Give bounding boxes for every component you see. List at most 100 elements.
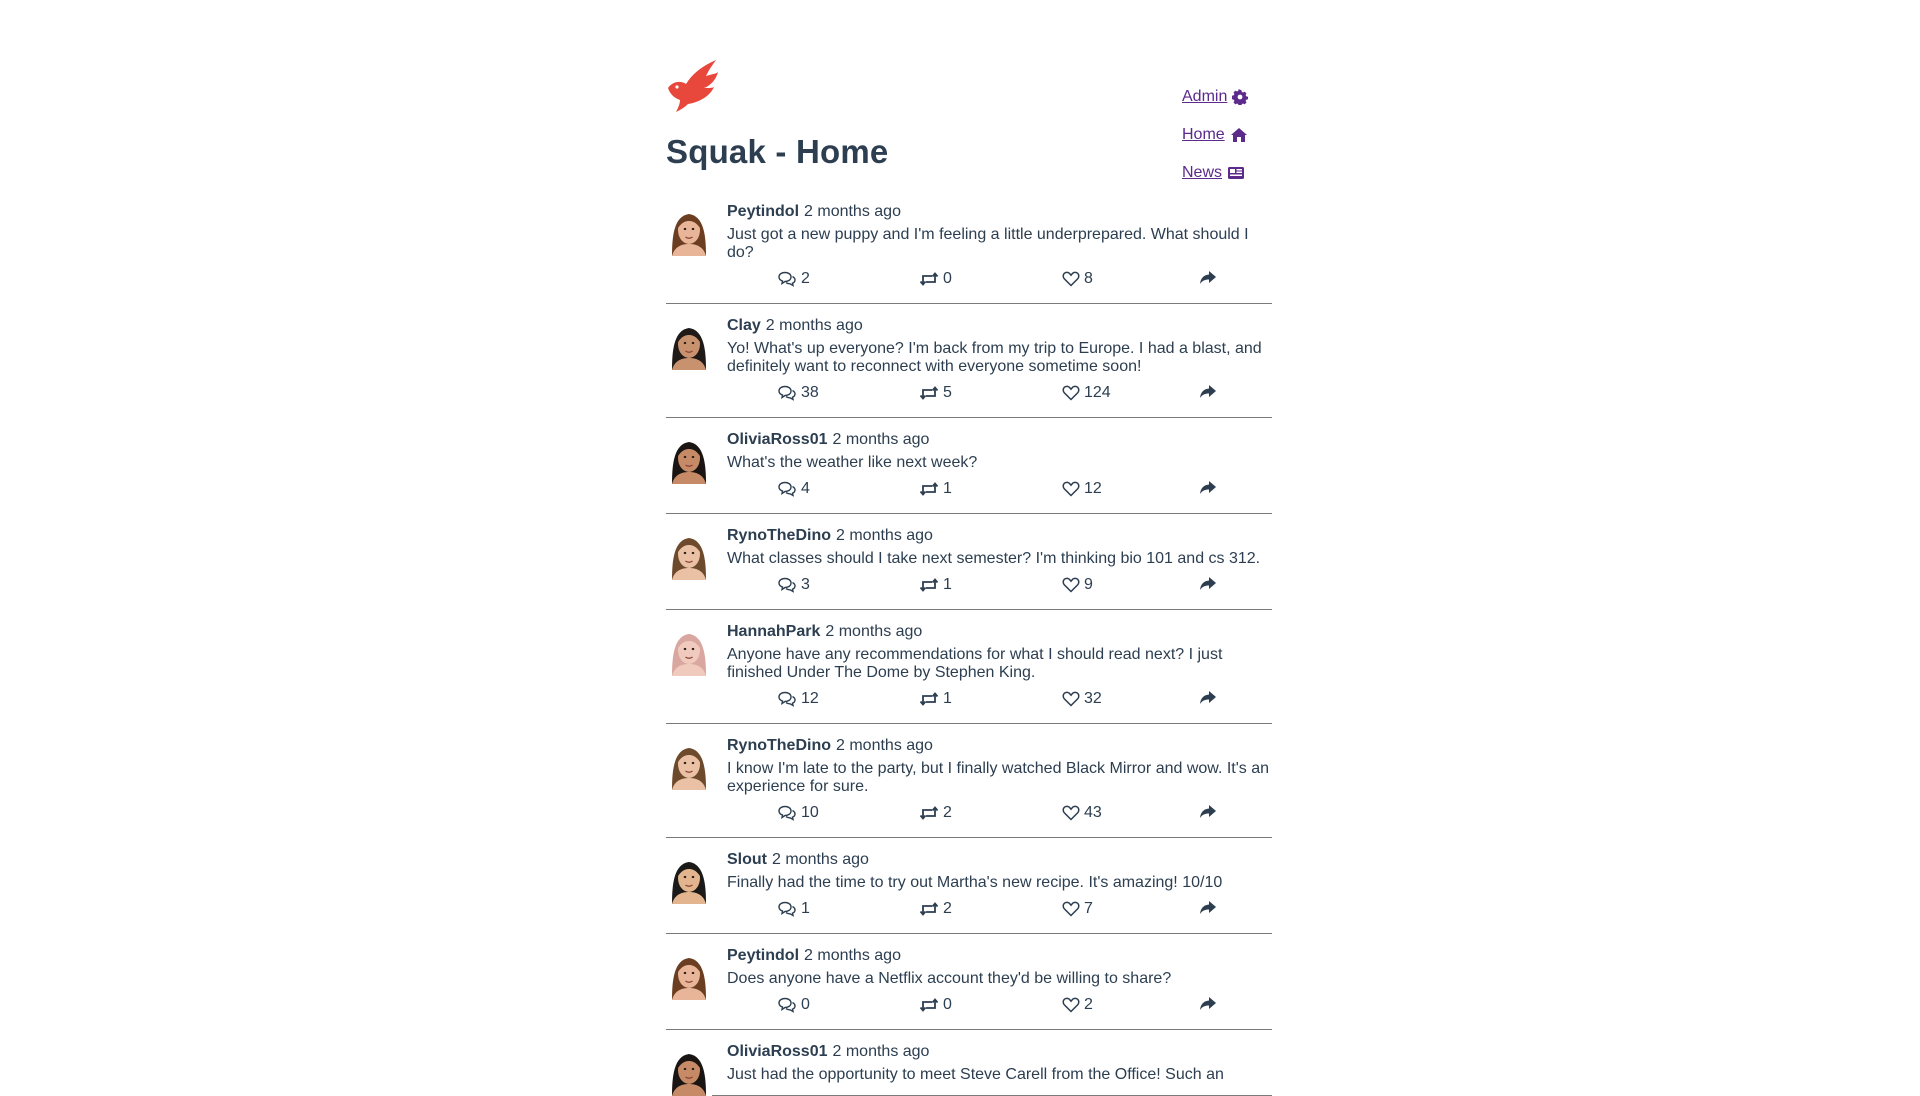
post-body: RynoTheDino 2 months ago What classes sho… bbox=[727, 526, 1272, 598]
like-button[interactable]: 2 bbox=[1062, 996, 1093, 1014]
post-timestamp: 2 months ago bbox=[825, 623, 923, 640]
like-button[interactable]: 32 bbox=[1062, 690, 1102, 708]
reply-count: 3 bbox=[801, 576, 810, 593]
user-avatar[interactable] bbox=[666, 530, 712, 580]
post-actions: 2 0 8 bbox=[727, 270, 1272, 292]
reply-button[interactable]: 10 bbox=[777, 804, 819, 822]
user-avatar[interactable] bbox=[666, 854, 712, 904]
post-meta: Peytindol 2 months ago bbox=[727, 946, 1272, 966]
user-avatar[interactable] bbox=[666, 320, 712, 370]
post-username[interactable]: Clay bbox=[727, 317, 761, 334]
post-item[interactable]: RynoTheDino 2 months ago I know I'm late … bbox=[666, 724, 1272, 838]
post-meta: RynoTheDino 2 months ago bbox=[727, 526, 1272, 546]
retweet-icon bbox=[919, 482, 939, 496]
post-body: Slout 2 months ago Finally had the time t… bbox=[727, 850, 1272, 922]
reply-count: 10 bbox=[801, 804, 819, 821]
reply-button[interactable]: 1 bbox=[777, 900, 810, 918]
reply-count: 12 bbox=[801, 690, 819, 707]
share-button[interactable] bbox=[1199, 384, 1221, 400]
reply-button[interactable]: 4 bbox=[777, 480, 810, 498]
user-avatar[interactable] bbox=[666, 1046, 712, 1096]
post-actions: 12 1 32 bbox=[727, 690, 1272, 712]
user-avatar[interactable] bbox=[666, 626, 712, 676]
reply-button[interactable]: 38 bbox=[777, 384, 819, 402]
post-item[interactable]: OliviaRoss01 2 months ago Just had the op… bbox=[666, 1030, 1272, 1096]
reply-count: 38 bbox=[801, 384, 819, 401]
post-item[interactable]: Clay 2 months ago Yo! What's up everyone?… bbox=[666, 304, 1272, 418]
post-item[interactable]: HannahPark 2 months ago Anyone have any r… bbox=[666, 610, 1272, 724]
like-count: 2 bbox=[1084, 996, 1093, 1013]
user-avatar[interactable] bbox=[666, 434, 712, 484]
post-text: Just had the opportunity to meet Steve C… bbox=[727, 1066, 1224, 1083]
share-button[interactable] bbox=[1199, 576, 1221, 592]
nav-news-label: News bbox=[1182, 164, 1223, 181]
post-username[interactable]: RynoTheDino bbox=[727, 527, 831, 544]
post-item[interactable]: RynoTheDino 2 months ago What classes sho… bbox=[666, 514, 1272, 610]
like-button[interactable]: 8 bbox=[1062, 270, 1093, 288]
post-username[interactable]: OliviaRoss01 bbox=[727, 1043, 828, 1060]
post-meta: RynoTheDino 2 months ago bbox=[727, 736, 1272, 756]
heart-icon bbox=[1062, 271, 1080, 287]
post-body: HannahPark 2 months ago Anyone have any r… bbox=[727, 622, 1272, 712]
newspaper-icon bbox=[1228, 167, 1245, 179]
post-username[interactable]: OliviaRoss01 bbox=[727, 431, 828, 448]
reply-button[interactable]: 3 bbox=[777, 576, 810, 594]
like-button[interactable]: 12 bbox=[1062, 480, 1102, 498]
retweet-button[interactable]: 2 bbox=[919, 804, 952, 822]
post-username[interactable]: RynoTheDino bbox=[727, 737, 831, 754]
post-item[interactable]: Peytindol 2 months ago Just got a new pup… bbox=[666, 190, 1272, 304]
reply-button[interactable]: 2 bbox=[777, 270, 810, 288]
heart-icon bbox=[1062, 385, 1080, 401]
reply-button[interactable]: 12 bbox=[777, 690, 819, 708]
retweet-button[interactable]: 0 bbox=[919, 270, 952, 288]
post-meta: OliviaRoss01 2 months ago bbox=[727, 430, 1272, 450]
page-title: Squak - Home bbox=[666, 133, 889, 170]
retweet-button[interactable]: 0 bbox=[919, 996, 952, 1014]
post-username[interactable]: HannahPark bbox=[727, 623, 820, 640]
like-button[interactable]: 124 bbox=[1062, 384, 1111, 402]
post-item[interactable]: Slout 2 months ago Finally had the time t… bbox=[666, 838, 1272, 934]
comment-icon bbox=[778, 805, 796, 821]
like-button[interactable]: 7 bbox=[1062, 900, 1093, 918]
post-username[interactable]: Slout bbox=[727, 851, 767, 868]
share-button[interactable] bbox=[1199, 804, 1221, 820]
share-button[interactable] bbox=[1199, 270, 1221, 286]
comment-icon bbox=[778, 997, 796, 1013]
user-avatar[interactable] bbox=[666, 206, 712, 256]
nav-news-link[interactable]: News bbox=[1182, 154, 1272, 192]
retweet-button[interactable]: 5 bbox=[919, 384, 952, 402]
like-button[interactable]: 43 bbox=[1062, 804, 1102, 822]
retweet-button[interactable]: 1 bbox=[919, 690, 952, 708]
retweet-count: 0 bbox=[943, 996, 952, 1013]
post-item[interactable]: OliviaRoss01 2 months ago What's the weat… bbox=[666, 418, 1272, 514]
nav-home-label: Home bbox=[1182, 126, 1225, 143]
post-text: Anyone have any recommendations for what… bbox=[727, 646, 1223, 681]
squak-bird-logo-icon[interactable] bbox=[666, 58, 720, 112]
post-body: Peytindol 2 months ago Does anyone have a… bbox=[727, 946, 1272, 1018]
post-text: What classes should I take next semester… bbox=[727, 550, 1261, 567]
comment-icon bbox=[778, 481, 796, 497]
post-item[interactable]: Peytindol 2 months ago Does anyone have a… bbox=[666, 934, 1272, 1030]
retweet-count: 2 bbox=[943, 804, 952, 821]
user-avatar[interactable] bbox=[666, 740, 712, 790]
retweet-button[interactable]: 2 bbox=[919, 900, 952, 918]
nav-home-link[interactable]: Home bbox=[1182, 116, 1272, 154]
share-button[interactable] bbox=[1199, 480, 1221, 496]
post-username[interactable]: Peytindol bbox=[727, 203, 799, 220]
share-button[interactable] bbox=[1199, 996, 1221, 1012]
reply-button[interactable]: 0 bbox=[777, 996, 810, 1014]
share-button[interactable] bbox=[1199, 690, 1221, 706]
like-button[interactable]: 9 bbox=[1062, 576, 1093, 594]
home-icon bbox=[1230, 128, 1247, 142]
post-username[interactable]: Peytindol bbox=[727, 947, 799, 964]
comment-icon bbox=[778, 385, 796, 401]
user-avatar[interactable] bbox=[666, 950, 712, 1000]
retweet-button[interactable]: 1 bbox=[919, 576, 952, 594]
share-button[interactable] bbox=[1199, 900, 1221, 916]
retweet-icon bbox=[919, 386, 939, 400]
retweet-icon bbox=[919, 692, 939, 706]
retweet-button[interactable]: 1 bbox=[919, 480, 952, 498]
nav-admin-link[interactable]: Admin bbox=[1182, 78, 1272, 116]
share-icon bbox=[1200, 901, 1216, 914]
post-body: RynoTheDino 2 months ago I know I'm late … bbox=[727, 736, 1272, 826]
